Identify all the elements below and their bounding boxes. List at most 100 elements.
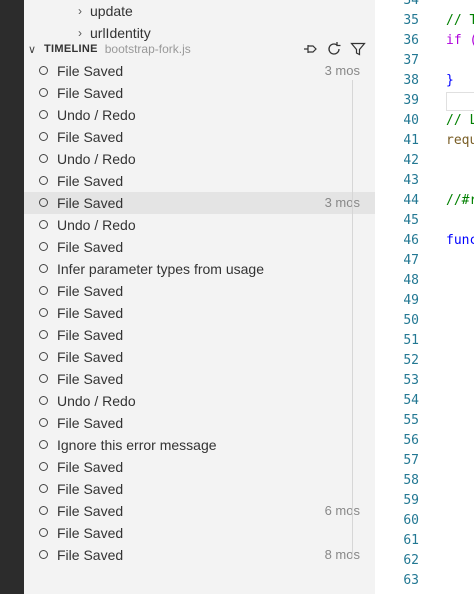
timeline-item-label: Undo / Redo — [57, 151, 136, 167]
timeline-item-time: 3 mos — [324, 63, 360, 78]
code-line: 63 — [375, 573, 474, 593]
timeline-item[interactable]: File Saved — [24, 368, 375, 390]
circle-icon — [39, 396, 48, 405]
circle-icon — [39, 154, 48, 163]
line-number: 43 — [403, 173, 419, 188]
line-number: 37 — [403, 53, 419, 68]
code-line: 47 — [375, 253, 474, 273]
sidebar: › update › urlIdentity ∨ TIMELINE bootst… — [24, 0, 375, 594]
timeline-item-label: File Saved — [57, 547, 124, 563]
code-line: 58 — [375, 473, 474, 493]
code-line: 54 — [375, 393, 474, 413]
circle-icon — [39, 264, 48, 273]
code-editor[interactable]: 3435// T36if (3738}3940// L41requ424344/… — [375, 0, 474, 594]
timeline-item-label: File Saved — [57, 129, 124, 145]
timeline-item[interactable]: Undo / Redo — [24, 390, 375, 412]
pin-icon[interactable] — [301, 40, 319, 58]
timeline-item[interactable]: File Saved — [24, 412, 375, 434]
line-number: 62 — [403, 553, 419, 568]
line-number: 39 — [403, 93, 419, 108]
circle-icon — [39, 286, 48, 295]
timeline-item-label: File Saved — [57, 195, 124, 211]
code-text: } — [446, 73, 454, 88]
timeline-item-label: File Saved — [57, 239, 124, 255]
timeline-item[interactable]: File Saved — [24, 236, 375, 258]
timeline-item-time: 8 mos — [324, 547, 360, 562]
code-line: 38} — [375, 73, 474, 93]
timeline-item-label: File Saved — [57, 305, 124, 321]
code-line: 55 — [375, 413, 474, 433]
line-number: 55 — [403, 413, 419, 428]
timeline-item[interactable]: Infer parameter types from usage — [24, 258, 375, 280]
code-line: 46 func — [375, 233, 474, 253]
timeline-item[interactable]: File Saved — [24, 280, 375, 302]
code-line: 35 // T — [375, 13, 474, 33]
code-line: 39 — [375, 93, 474, 113]
timeline-item[interactable]: Undo / Redo — [24, 148, 375, 170]
timeline-item-label: File Saved — [57, 327, 124, 343]
timeline-item-label: File Saved — [57, 371, 124, 387]
filter-icon[interactable] — [349, 40, 367, 58]
code-line: 43 — [375, 173, 474, 193]
line-number: 36 — [403, 33, 419, 48]
circle-icon — [39, 374, 48, 383]
timeline-item[interactable]: File Saved — [24, 126, 375, 148]
scrollbar-track[interactable] — [352, 80, 353, 558]
line-number: 63 — [403, 573, 419, 588]
circle-icon — [39, 330, 48, 339]
timeline-item[interactable]: File Saved — [24, 456, 375, 478]
circle-icon — [39, 308, 48, 317]
timeline-item-label: File Saved — [57, 503, 124, 519]
circle-icon — [39, 176, 48, 185]
explorer-item-update[interactable]: › update — [24, 0, 375, 22]
timeline-item[interactable]: File Saved 3 mos — [24, 60, 375, 82]
timeline-item[interactable]: File Saved 3 mos — [24, 192, 375, 214]
line-number: 42 — [403, 153, 419, 168]
line-number: 53 — [403, 373, 419, 388]
refresh-icon[interactable] — [325, 40, 343, 58]
timeline-item-label: File Saved — [57, 415, 124, 431]
activity-bar — [0, 0, 24, 594]
timeline-header[interactable]: ∨ TIMELINE bootstrap-fork.js — [24, 38, 375, 60]
circle-icon — [39, 198, 48, 207]
code-line: 59 — [375, 493, 474, 513]
line-number: 38 — [403, 73, 419, 88]
timeline-item-label: Infer parameter types from usage — [57, 261, 264, 277]
timeline-item[interactable]: File Saved — [24, 302, 375, 324]
line-number: 54 — [403, 393, 419, 408]
timeline-item[interactable]: File Saved — [24, 478, 375, 500]
circle-icon — [39, 462, 48, 471]
timeline-item[interactable]: File Saved — [24, 324, 375, 346]
timeline-item-label: File Saved — [57, 63, 124, 79]
circle-icon — [39, 132, 48, 141]
timeline-item[interactable]: File Saved — [24, 82, 375, 104]
code-line: 37 — [375, 53, 474, 73]
timeline-item-label: File Saved — [57, 283, 124, 299]
code-line: 52 — [375, 353, 474, 373]
timeline-item[interactable]: File Saved — [24, 170, 375, 192]
line-number: 47 — [403, 253, 419, 268]
line-number: 61 — [403, 533, 419, 548]
line-number: 60 — [403, 513, 419, 528]
timeline-item[interactable]: File Saved 6 mos — [24, 500, 375, 522]
timeline-item[interactable]: File Saved — [24, 522, 375, 544]
code-line: 34 — [375, 0, 474, 13]
timeline-item[interactable]: Undo / Redo — [24, 104, 375, 126]
timeline-item-label: Undo / Redo — [57, 217, 136, 233]
timeline-item[interactable]: Undo / Redo — [24, 214, 375, 236]
code-line: 48 — [375, 273, 474, 293]
timeline-item[interactable]: File Saved — [24, 346, 375, 368]
code-text: requ — [446, 133, 474, 148]
timeline-item[interactable]: Ignore this error message — [24, 434, 375, 456]
line-number: 59 — [403, 493, 419, 508]
line-number: 35 — [403, 13, 419, 28]
timeline-item[interactable]: File Saved 8 mos — [24, 544, 375, 566]
timeline-item-label: File Saved — [57, 173, 124, 189]
line-number: 44 — [403, 193, 419, 208]
code-line: 53 — [375, 373, 474, 393]
timeline-item-time: 6 mos — [324, 503, 360, 518]
line-number: 49 — [403, 293, 419, 308]
code-line: 50 — [375, 313, 474, 333]
line-number: 50 — [403, 313, 419, 328]
line-number: 48 — [403, 273, 419, 288]
